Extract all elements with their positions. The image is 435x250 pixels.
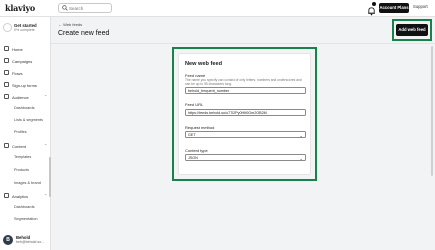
search-icon — [62, 5, 68, 11]
user-email: beh@behold.so... — [16, 240, 45, 244]
sidebar-scrollbar[interactable] — [49, 157, 51, 197]
chevron-up-icon: ⌃ — [44, 94, 48, 99]
sidebar-subitem-dashboards[interactable]: Dashboards — [14, 106, 34, 110]
sidebar-subitem-lists-segments[interactable]: Lists & segments — [14, 118, 43, 122]
sidebar-item-campaigns[interactable]: Campaigns — [0, 56, 51, 66]
form-highlight-box: New web feed Feed name The name you spec… — [172, 47, 317, 181]
notification-badge — [372, 2, 376, 6]
people-icon — [4, 94, 9, 99]
chevron-down-icon: ⌄ — [299, 155, 303, 161]
sidebar-subitem-products[interactable]: Products — [14, 168, 29, 172]
feed-url-input[interactable]: https://feeds.behold.so/u77l2Py0HIt0Gm2O… — [185, 109, 306, 116]
add-web-feed-button[interactable]: Add web feed — [396, 24, 428, 36]
user-menu[interactable]: B Behold beh@behold.so... — [3, 235, 48, 247]
sidebar-item-label: Audience — [12, 95, 29, 100]
highlight-box: Add web feed — [392, 19, 432, 41]
chevron-down-icon: ⌄ — [299, 132, 303, 138]
sidebar-item-home[interactable]: Home — [0, 44, 51, 54]
back-link[interactable]: ← Web feeds — [58, 22, 82, 27]
sidebar-item-label: Sign-up forms — [12, 83, 37, 88]
progress-ring-icon — [3, 23, 12, 32]
megaphone-icon — [4, 58, 9, 63]
feed-name-input[interactable]: behold_frequent_number — [185, 87, 306, 94]
sidebar-item-label: Home — [12, 47, 23, 52]
sidebar-item-label: Analytics — [12, 194, 29, 199]
content-type-value: JSON — [188, 156, 198, 161]
form-title: New web feed — [185, 61, 222, 67]
main-scrollbar[interactable] — [431, 46, 433, 176]
request-method-label: Request method — [185, 125, 215, 130]
new-web-feed-card: New web feed Feed name The name you spec… — [178, 53, 311, 175]
sidebar-subitem-analytics-dashboards[interactable]: Dashboards — [14, 205, 34, 209]
avatar: B — [3, 235, 13, 245]
getting-started-progress: 0% complete — [14, 28, 35, 32]
sidebar-item-content[interactable]: Content ⌃ — [0, 141, 51, 151]
sidebar-item-analytics[interactable]: Analytics ⌃ — [0, 191, 51, 201]
home-icon — [4, 46, 9, 51]
search-box[interactable] — [58, 3, 112, 13]
feed-name-value: behold_frequent_number — [188, 89, 230, 94]
content-icon — [4, 143, 9, 148]
sidebar: Get started 0% complete Home Campaigns F… — [0, 17, 51, 250]
header-divider — [51, 43, 435, 44]
notifications-button[interactable] — [367, 2, 376, 16]
sidebar-item-label: Flows — [12, 71, 23, 76]
page-title: Create new feed — [58, 30, 110, 37]
sidebar-subitem-templates[interactable]: Templates — [14, 155, 31, 159]
request-method-select[interactable]: GET ⌄ — [185, 131, 306, 138]
chevron-up-icon: ⌃ — [44, 193, 48, 198]
sidebar-item-label: Content — [12, 144, 27, 149]
feed-url-label: Feed URL — [185, 102, 204, 107]
sidebar-item-signup-forms[interactable]: Sign-up forms — [0, 80, 51, 90]
top-bar: klaviyo Account Plans Support — [0, 0, 435, 17]
flow-icon — [4, 70, 9, 75]
sidebar-item-flows[interactable]: Flows — [0, 68, 51, 78]
content-type-label: Content type — [185, 148, 208, 153]
content-type-select[interactable]: JSON ⌄ — [185, 154, 306, 161]
support-link[interactable]: Support — [413, 4, 428, 9]
getting-started[interactable]: Get started 0% complete — [3, 22, 48, 35]
search-input[interactable] — [69, 4, 109, 12]
klaviyo-logo[interactable]: klaviyo — [5, 3, 35, 13]
feed-name-hint: The name you specify can consist of only… — [185, 78, 302, 86]
bell-icon — [368, 7, 375, 16]
feed-url-value: https://feeds.behold.so/u77l2Py0HIt0Gm2O… — [188, 111, 267, 116]
sidebar-subitem-profiles[interactable]: Profiles — [14, 130, 27, 134]
sidebar-subitem-images-brand[interactable]: Images & brand — [14, 181, 41, 185]
sidebar-item-label: Campaigns — [12, 59, 33, 64]
account-plans-button[interactable]: Account Plans — [379, 3, 409, 13]
chart-icon — [4, 193, 9, 198]
sidebar-item-audience[interactable]: Audience ⌃ — [0, 92, 51, 102]
chevron-up-icon: ⌃ — [44, 143, 48, 148]
request-method-value: GET — [188, 133, 196, 138]
form-icon — [4, 82, 9, 87]
sidebar-subitem-segmentation[interactable]: Segmentation — [14, 217, 37, 221]
